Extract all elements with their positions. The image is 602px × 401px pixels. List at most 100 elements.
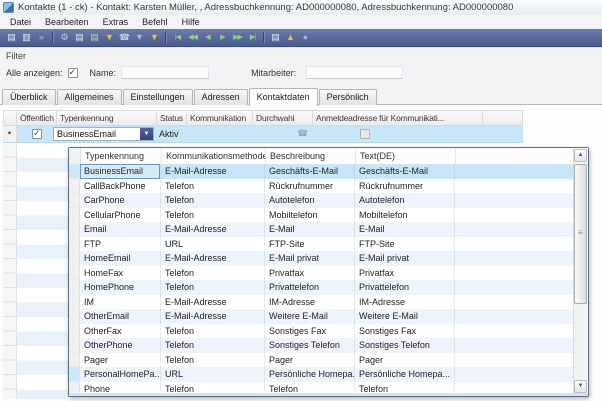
dropdown-cell[interactable]: Weitere E-Mail	[265, 309, 355, 324]
grid-header-anmeldeadresse-für-kommunikati[interactable]: Anmeldeadresse für Kommunikati...	[313, 111, 483, 125]
dropdown-cell[interactable]: FTP-Site	[265, 237, 355, 252]
tab-adressen[interactable]: Adressen	[194, 89, 248, 105]
dropdown-cell[interactable]: Weitere E-Mail	[355, 309, 455, 324]
dropdown-cell[interactable]: E-Mail	[355, 222, 455, 237]
dropdown-cell[interactable]: Privattelefon	[265, 280, 355, 295]
dropdown-cell[interactable]: Telefon	[161, 179, 265, 194]
dropdown-cell[interactable]: Rückrufnummer	[355, 179, 455, 194]
settings-gear-icon[interactable]: ⚙	[58, 31, 71, 44]
dropdown-cell[interactable]: FTP	[80, 237, 161, 252]
dropdown-cell[interactable]: Persönliche Homepa...	[355, 367, 455, 382]
dropdown-cell[interactable]: Sonstiges Telefon	[265, 338, 355, 353]
dropdown-cell[interactable]: Telefon	[161, 266, 265, 281]
tab-überblick[interactable]: Überblick	[2, 89, 56, 105]
dropdown-cell[interactable]: Telefon	[161, 382, 265, 394]
name-input[interactable]	[121, 66, 209, 79]
tab-einstellungen[interactable]: Einstellungen	[123, 89, 193, 105]
menu-item-extras[interactable]: Extras	[96, 15, 136, 29]
dropdown-cell[interactable]: URL	[161, 237, 265, 252]
dropdown-cell[interactable]: CellularPhone	[80, 208, 161, 223]
dropdown-cell[interactable]: CallBackPhone	[80, 179, 161, 194]
filter-phone-icon[interactable]: ▼	[133, 31, 146, 44]
menu-item-befehl[interactable]: Befehl	[135, 15, 175, 29]
filter-remove-icon[interactable]: ▼	[148, 31, 161, 44]
scrollbar-thumb[interactable]	[574, 164, 587, 304]
dropdown-cell[interactable]: Privattelefon	[355, 280, 455, 295]
typenkennung-combobox[interactable]: BusinessEmail ▼	[53, 127, 154, 141]
dropdown-cell[interactable]: Telefon	[355, 382, 455, 394]
save-document-icon[interactable]: ▥	[20, 31, 33, 44]
dropdown-cell[interactable]: Telefon	[161, 353, 265, 368]
tab-kontaktdaten[interactable]: Kontaktdaten	[249, 88, 318, 106]
dropdown-cell[interactable]: Sonstiges Telefon	[355, 338, 455, 353]
dropdown-row-businessemail[interactable]: BusinessEmailE-Mail-AdresseGeschäfts-E-M…	[69, 164, 574, 179]
dropdown-row-otherfax[interactable]: OtherFaxTelefonSonstiges FaxSonstiges Fa…	[69, 324, 574, 339]
dropdown-cell[interactable]: Sonstiges Fax	[265, 324, 355, 339]
dropdown-scrollbar[interactable]: ▲ ▼	[573, 149, 587, 393]
dropdown-cell[interactable]: E-Mail-Adresse	[161, 164, 265, 179]
dropdown-header-beschreibung[interactable]: Beschreibung	[266, 148, 356, 164]
dropdown-cell[interactable]: Autotelefon	[265, 193, 355, 208]
dropdown-row-im[interactable]: IME-Mail-AdresseIM-AdresseIM-Adresse	[69, 295, 574, 310]
dropdown-cell[interactable]: PersonalHomePa...	[80, 367, 161, 382]
export-document-icon[interactable]: ▤	[88, 31, 101, 44]
dropdown-cell[interactable]: Privatfax	[265, 266, 355, 281]
dropdown-cell[interactable]: Telefon	[161, 208, 265, 223]
report-document-icon[interactable]: ▤	[73, 31, 86, 44]
dropdown-row-pager[interactable]: PagerTelefonPagerPager	[69, 353, 574, 368]
dropdown-cell[interactable]: E-Mail-Adresse	[161, 295, 265, 310]
dropdown-row-ftp[interactable]: FTPURLFTP-SiteFTP-Site	[69, 237, 574, 252]
dropdown-cell[interactable]: Telefon	[265, 382, 355, 394]
dropdown-cell[interactable]: Rückrufnummer	[265, 179, 355, 194]
dropdown-cell[interactable]: Geschäfts-E-Mail	[265, 164, 355, 179]
dropdown-cell[interactable]: Pager	[355, 353, 455, 368]
nav-fast-back-icon[interactable]: ◀◀	[186, 31, 199, 44]
tab-allgemeines[interactable]: Allgemeines	[57, 89, 122, 105]
dropdown-cell[interactable]: Email	[80, 222, 161, 237]
menu-item-datei[interactable]: Datei	[3, 15, 38, 29]
menu-item-bearbeiten[interactable]: Bearbeiten	[38, 15, 96, 29]
dropdown-header-kommunikationsmethode[interactable]: Kommunikationsmethode	[162, 148, 266, 164]
dropdown-row-otheremail[interactable]: OtherEmailE-Mail-AdresseWeitere E-MailWe…	[69, 309, 574, 324]
dropdown-cell[interactable]: OtherEmail	[80, 309, 161, 324]
dropdown-cell[interactable]: Mobiltelefon	[355, 208, 455, 223]
dropdown-row-carphone[interactable]: CarPhoneTelefonAutotelefonAutotelefon	[69, 193, 574, 208]
new-document-icon[interactable]: ▤	[5, 31, 18, 44]
dropdown-row-homefax[interactable]: HomeFaxTelefonPrivatfaxPrivatfax	[69, 266, 574, 281]
dropdown-row-phone[interactable]: PhoneTelefonTelefonTelefon	[69, 382, 574, 394]
dropdown-cell[interactable]: FTP-Site	[355, 237, 455, 252]
grid-header-status[interactable]: Status	[157, 111, 187, 125]
oeffentlich-checkbox[interactable]	[32, 129, 42, 139]
dropdown-cell[interactable]: Pager	[265, 353, 355, 368]
overflow-chevron-icon[interactable]: »	[35, 31, 48, 44]
dropdown-cell[interactable]: Telefon	[161, 324, 265, 339]
grid-header-durchwahl[interactable]: Durchwahl	[253, 111, 313, 125]
dropdown-cell[interactable]: HomeEmail	[80, 251, 161, 266]
menu-item-hilfe[interactable]: Hilfe	[175, 15, 207, 29]
grid-header-öffentlich[interactable]: Öffentlich	[17, 111, 57, 125]
show-all-checkbox[interactable]	[68, 68, 78, 78]
dropdown-cell[interactable]: Autotelefon	[355, 193, 455, 208]
dropdown-row-personalhomepa[interactable]: PersonalHomePa...URLPersönliche Homepa..…	[69, 367, 574, 382]
combobox-dropdown-button[interactable]: ▼	[140, 128, 153, 140]
dropdown-cell[interactable]: IM-Adresse	[355, 295, 455, 310]
dropdown-cell[interactable]: E-Mail-Adresse	[161, 309, 265, 324]
scroll-up-button[interactable]: ▲	[574, 149, 587, 162]
dropdown-row-callbackphone[interactable]: CallBackPhoneTelefonRückrufnummerRückruf…	[69, 179, 574, 194]
nav-forward-icon[interactable]: ▶	[216, 31, 229, 44]
dropdown-cell[interactable]: IM-Adresse	[265, 295, 355, 310]
dropdown-cell[interactable]: E-Mail privat	[355, 251, 455, 266]
dropdown-cell[interactable]: Persönliche Homepa...	[265, 367, 355, 382]
nav-fast-forward-icon[interactable]: ▶▶	[231, 31, 244, 44]
employee-input[interactable]	[306, 66, 403, 79]
dropdown-cell[interactable]: Mobiltelefon	[265, 208, 355, 223]
dropdown-row-homephone[interactable]: HomePhoneTelefonPrivattelefonPrivattelef…	[69, 280, 574, 295]
dropdown-header-typenkennung[interactable]: Typenkennung	[81, 148, 162, 164]
dropdown-header-text-de[interactable]: Text(DE)	[356, 148, 456, 164]
scroll-down-button[interactable]: ▼	[574, 380, 587, 393]
dropdown-row-homeemail[interactable]: HomeEmailE-Mail-AdresseE-Mail privatE-Ma…	[69, 251, 574, 266]
dropdown-cell[interactable]: HomeFax	[80, 266, 161, 281]
nav-last-icon[interactable]: ▶|	[246, 31, 259, 44]
grid-header-kommunikation[interactable]: Kommunikation	[187, 111, 253, 125]
dropdown-cell[interactable]: Telefon	[161, 280, 265, 295]
